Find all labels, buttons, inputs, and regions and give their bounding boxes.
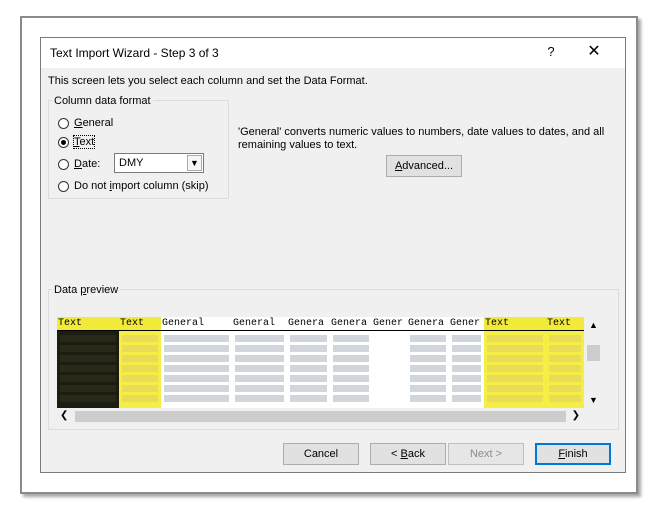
- preview-horizontal-scrollbar[interactable]: ❮ ❯: [57, 408, 584, 425]
- data-preview-grid[interactable]: Text Text General General Genera Genera Gener G…: [57, 317, 584, 408]
- preview-column-header[interactable]: General: [232, 317, 287, 331]
- preview-column-cells: [235, 335, 284, 403]
- preview-column-cells: [60, 335, 116, 403]
- preview-column[interactable]: Text: [57, 317, 119, 408]
- preview-column-cells: [487, 335, 543, 403]
- preview-column-header[interactable]: Genera: [330, 317, 372, 331]
- preview-column[interactable]: Genera: [287, 317, 330, 408]
- dialog-title: Text Import Wizard - Step 3 of 3: [50, 46, 219, 60]
- radio-skip[interactable]: Do not import column (skip): [58, 180, 209, 192]
- horizontal-scroll-thumb[interactable]: [75, 411, 566, 422]
- preview-column[interactable]: Gener: [372, 317, 407, 408]
- text-import-wizard-dialog: Text Import Wizard - Step 3 of 3 ? ✕ Thi…: [40, 37, 626, 473]
- radio-date[interactable]: Date:: [58, 158, 100, 170]
- date-format-value: DMY: [119, 157, 144, 169]
- preview-column-cells: [549, 335, 581, 403]
- next-button[interactable]: Next >: [448, 443, 524, 465]
- radio-skip-label: Do not import column (skip): [74, 180, 209, 192]
- preview-column[interactable]: General: [232, 317, 287, 408]
- preview-column[interactable]: Genera: [407, 317, 449, 408]
- preview-column[interactable]: General: [161, 317, 232, 408]
- preview-column[interactable]: Text: [119, 317, 161, 408]
- preview-column-header[interactable]: Text: [57, 317, 119, 331]
- scroll-left-icon[interactable]: ❮: [60, 410, 68, 421]
- preview-column-header[interactable]: Genera: [287, 317, 330, 331]
- vertical-scroll-thumb[interactable]: [587, 345, 600, 361]
- cancel-button[interactable]: Cancel: [283, 443, 359, 465]
- radio-text[interactable]: Text: [58, 135, 96, 149]
- radio-general[interactable]: General: [58, 117, 113, 129]
- preview-column-cells: [452, 335, 481, 403]
- preview-column-header[interactable]: Text: [119, 317, 161, 331]
- preview-column-header[interactable]: Text: [484, 317, 546, 331]
- scroll-up-icon[interactable]: ▲: [585, 320, 602, 330]
- title-bar: Text Import Wizard - Step 3 of 3 ? ✕: [41, 38, 625, 68]
- date-format-select[interactable]: DMY ▼: [114, 153, 204, 173]
- preview-vertical-scrollbar[interactable]: ▲ ▼: [585, 317, 602, 408]
- preview-column-cells: [122, 335, 158, 403]
- preview-column-header[interactable]: Text: [546, 317, 584, 331]
- chevron-down-icon[interactable]: ▼: [187, 155, 202, 171]
- advanced-button[interactable]: Advanced...: [386, 155, 462, 177]
- radio-date-circle[interactable]: [58, 158, 69, 170]
- finish-button[interactable]: Finish: [535, 443, 611, 465]
- radio-date-label: Date:: [74, 158, 101, 170]
- back-button[interactable]: < Back: [370, 443, 446, 465]
- scroll-right-icon[interactable]: ❯: [572, 410, 580, 421]
- radio-general-circle[interactable]: [58, 117, 69, 129]
- preview-column[interactable]: Genera: [330, 317, 372, 408]
- radio-general-label: General: [74, 117, 114, 129]
- radio-text-circle[interactable]: [58, 136, 69, 148]
- data-preview-label: Data preview: [52, 284, 121, 296]
- preview-column-header[interactable]: Genera: [407, 317, 449, 331]
- preview-column-header[interactable]: Gener: [372, 317, 407, 331]
- preview-column-cells: [290, 335, 327, 403]
- preview-column-cells: [164, 335, 229, 403]
- preview-column-header[interactable]: Gener: [449, 317, 484, 331]
- scroll-down-icon[interactable]: ▼: [585, 395, 602, 405]
- preview-column-cells: [410, 335, 446, 403]
- step-description: This screen lets you select each column …: [48, 75, 368, 87]
- column-format-group-label: Column data format: [52, 95, 153, 107]
- radio-skip-circle[interactable]: [58, 180, 69, 192]
- preview-column[interactable]: Text: [484, 317, 546, 408]
- close-icon[interactable]: ✕: [584, 42, 604, 62]
- preview-column-cells: [375, 335, 404, 403]
- preview-column[interactable]: Gener: [449, 317, 484, 408]
- preview-column-header[interactable]: General: [161, 317, 232, 331]
- radio-text-label: Text: [72, 135, 96, 149]
- help-icon[interactable]: ?: [542, 43, 560, 61]
- preview-column[interactable]: Text: [546, 317, 584, 408]
- preview-column-cells: [333, 335, 369, 403]
- general-info-text: 'General' converts numeric values to num…: [238, 126, 605, 151]
